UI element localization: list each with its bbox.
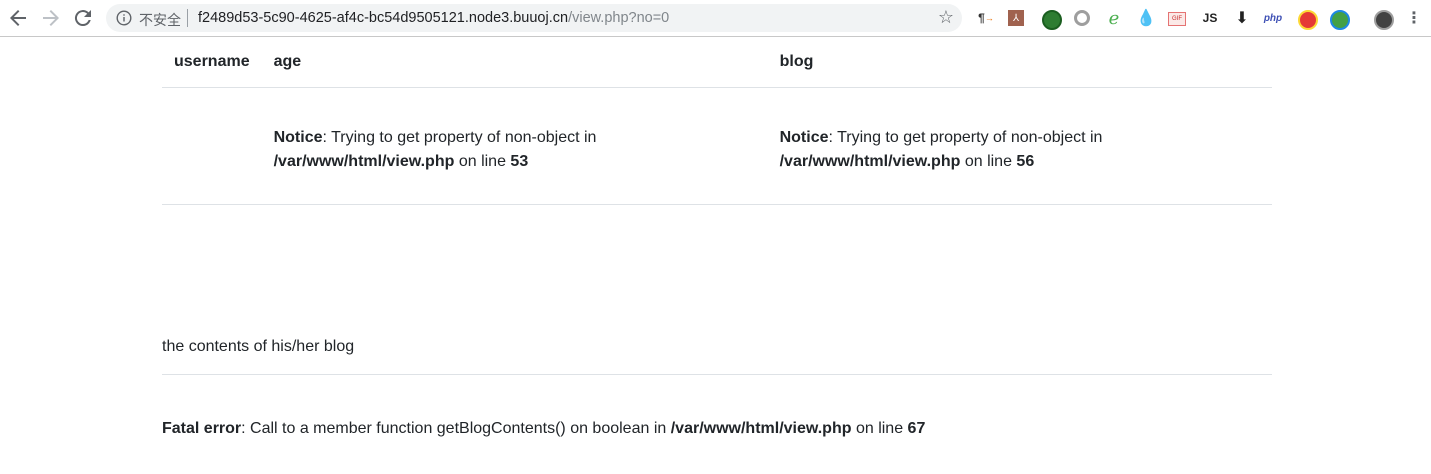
- back-button[interactable]: [6, 6, 30, 30]
- notice-msg: : Trying to get property of non-object i…: [322, 129, 597, 146]
- security-label[interactable]: 不安全: [139, 10, 181, 30]
- browser-toolbar: 不安全 f2489d53-5c90-4625-af4c-bc54d9505121…: [0, 0, 1431, 37]
- avatar-icon[interactable]: [1374, 10, 1394, 30]
- notice-line: 53: [510, 153, 529, 170]
- php-icon[interactable]: php: [1263, 8, 1283, 28]
- notice-label: Notice: [779, 129, 829, 146]
- page-content: username age blog Notice: Trying to get …: [162, 37, 1272, 205]
- download-icon[interactable]: ⬇: [1232, 8, 1252, 28]
- url-path: /view.php?no=0: [568, 10, 670, 26]
- divider: [187, 9, 188, 27]
- ring-icon[interactable]: [1074, 10, 1090, 26]
- header-age: age: [261, 37, 768, 88]
- info-icon[interactable]: [116, 10, 132, 26]
- url-host: f2489d53-5c90-4625-af4c-bc54d9505121.nod…: [198, 10, 569, 26]
- reload-button[interactable]: [71, 6, 95, 30]
- notice-online: on line: [960, 153, 1017, 170]
- fatal-line: 67: [907, 420, 926, 437]
- red-ext-icon[interactable]: [1298, 10, 1318, 30]
- notice-label: Notice: [273, 129, 323, 146]
- notice-file: /var/www/html/view.php: [273, 153, 455, 170]
- green-ext-icon[interactable]: [1042, 10, 1062, 30]
- header-blog: blog: [767, 37, 1272, 88]
- e-icon[interactable]: e: [1104, 8, 1124, 29]
- paragraph-icon[interactable]: ¶ →: [976, 8, 996, 28]
- reload-icon: [74, 10, 91, 27]
- globe-ext-icon[interactable]: [1330, 10, 1350, 30]
- forward-button[interactable]: [39, 6, 63, 30]
- table-row: Notice: Trying to get property of non-ob…: [162, 87, 1272, 205]
- arrow-right-icon: [43, 10, 59, 26]
- notice-line: 56: [1016, 153, 1035, 170]
- js-label: JS: [1202, 11, 1218, 25]
- cell-blog: Notice: Trying to get property of non-ob…: [767, 87, 1272, 205]
- fatal-msg: : Call to a member function getBlogConte…: [241, 420, 671, 437]
- header-username: username: [162, 37, 262, 88]
- notice-blog: Notice: Trying to get property of non-ob…: [780, 126, 1120, 174]
- notice-age: Notice: Trying to get property of non-ob…: [274, 126, 614, 174]
- fatal-label: Fatal error: [162, 420, 242, 437]
- gif-icon[interactable]: GIF: [1168, 12, 1186, 26]
- drop-icon[interactable]: 💧: [1136, 8, 1156, 28]
- address-bar[interactable]: 不安全 f2489d53-5c90-4625-af4c-bc54d9505121…: [106, 4, 962, 32]
- arrow-left-icon: [10, 10, 26, 26]
- notice-file: /var/www/html/view.php: [779, 153, 961, 170]
- bookmark-star-icon[interactable]: ☆: [938, 7, 954, 28]
- blog-contents: the contents of his/her blog: [162, 338, 1272, 375]
- menu-icon[interactable]: ⋮: [1404, 8, 1424, 28]
- cell-age: Notice: Trying to get property of non-ob…: [261, 87, 768, 205]
- table-header-row: username age blog: [162, 37, 1272, 88]
- fatal-file: /var/www/html/view.php: [670, 420, 852, 437]
- pdf-icon[interactable]: ⅄: [1008, 10, 1024, 26]
- js-icon[interactable]: JS: [1200, 8, 1220, 28]
- fatal-error: Fatal error: Call to a member function g…: [162, 420, 925, 438]
- url-text[interactable]: f2489d53-5c90-4625-af4c-bc54d9505121.nod…: [198, 10, 669, 26]
- notice-msg: : Trying to get property of non-object i…: [828, 129, 1103, 146]
- notice-online: on line: [454, 153, 511, 170]
- user-table: username age blog Notice: Trying to get …: [162, 37, 1272, 205]
- php-label: php: [1263, 12, 1283, 24]
- cell-username: [162, 87, 262, 205]
- fatal-online: on line: [851, 420, 908, 437]
